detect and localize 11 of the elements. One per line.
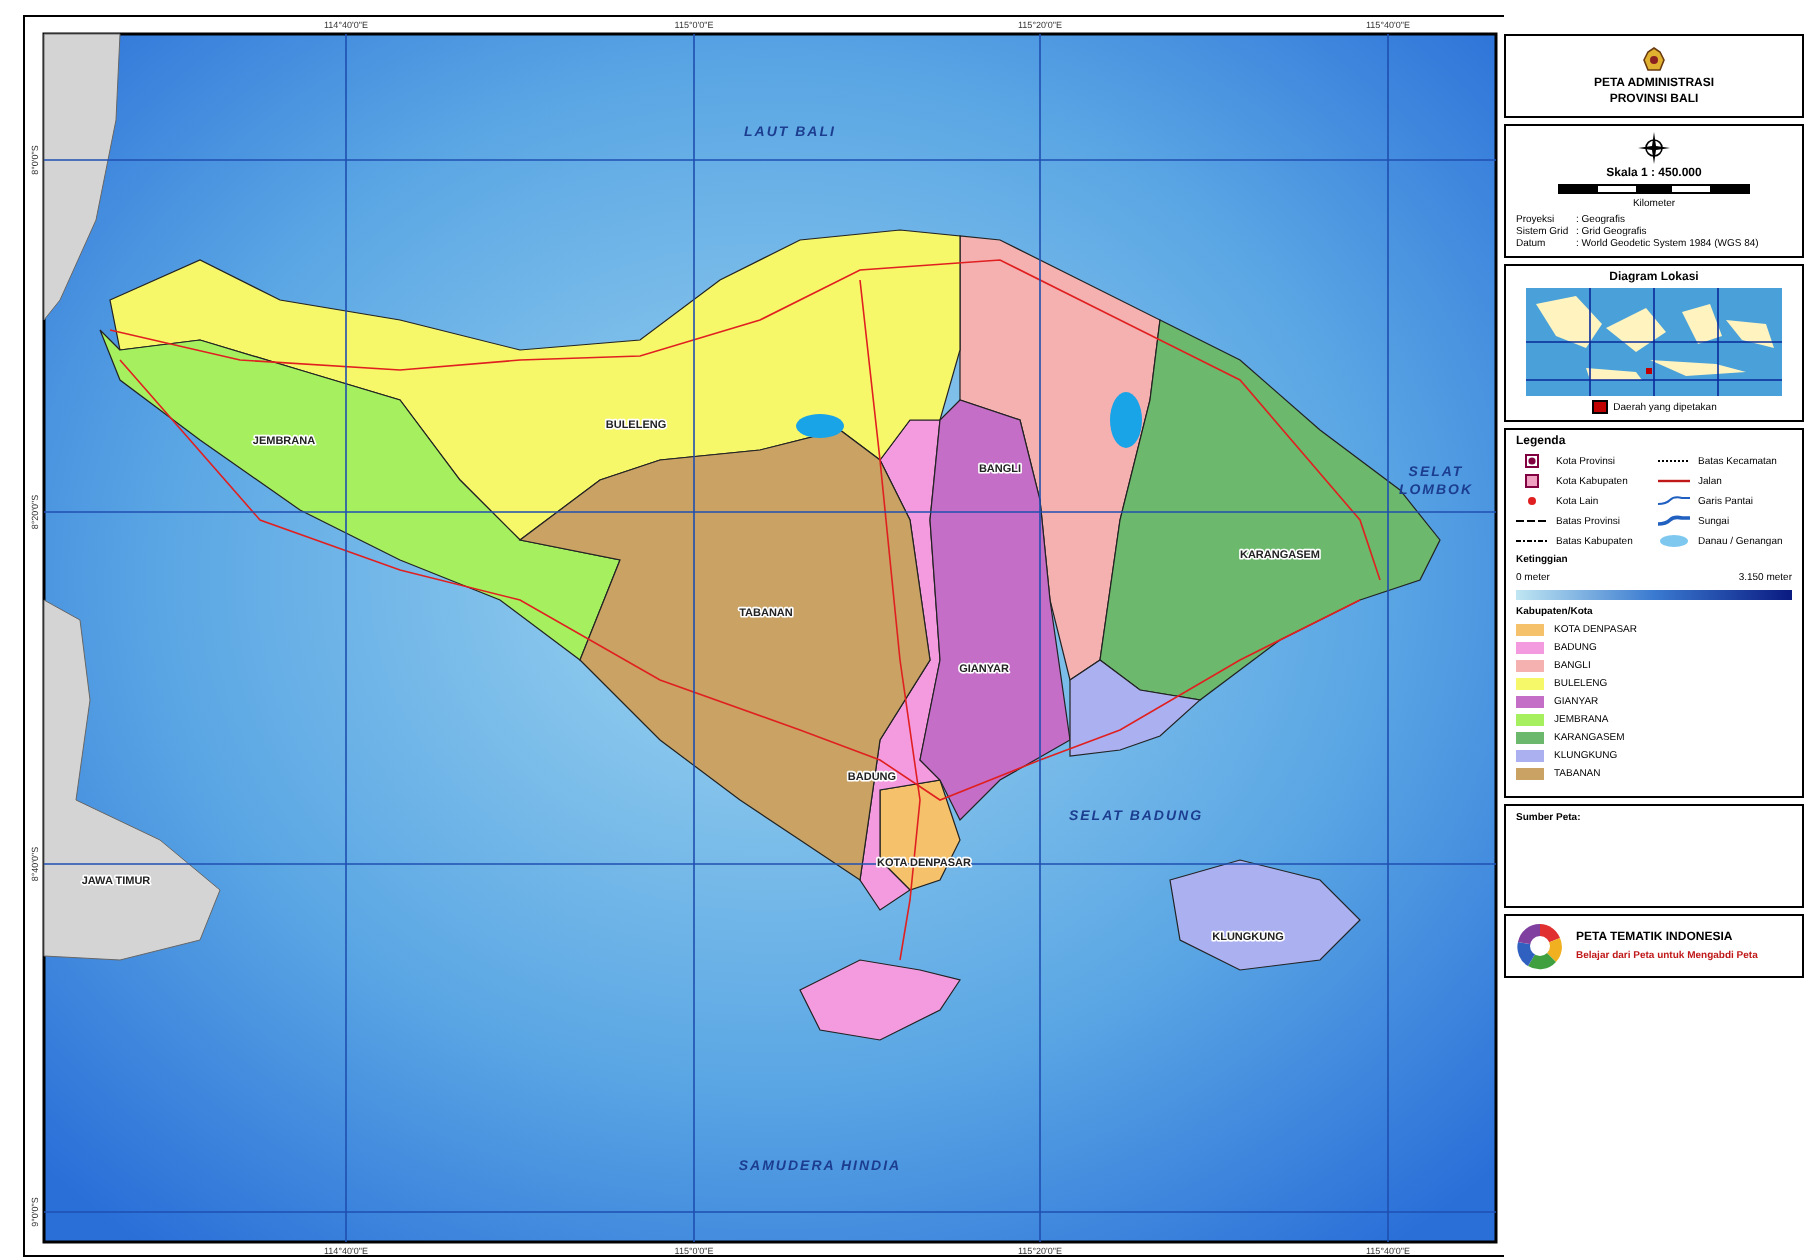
coast-symbol-icon xyxy=(1658,494,1690,508)
mapped-area-swatch xyxy=(1591,400,1608,414)
lake-shape xyxy=(796,414,844,438)
river-symbol-icon xyxy=(1658,514,1690,528)
emblem-icon xyxy=(1640,46,1668,74)
logo-icon xyxy=(1516,922,1564,970)
road-symbol-icon xyxy=(1658,474,1690,488)
lake-symbol-icon xyxy=(1658,534,1690,548)
north-arrow-icon xyxy=(1638,132,1670,164)
lake-shape xyxy=(1110,392,1142,448)
district-symbol-icon xyxy=(1658,454,1690,468)
